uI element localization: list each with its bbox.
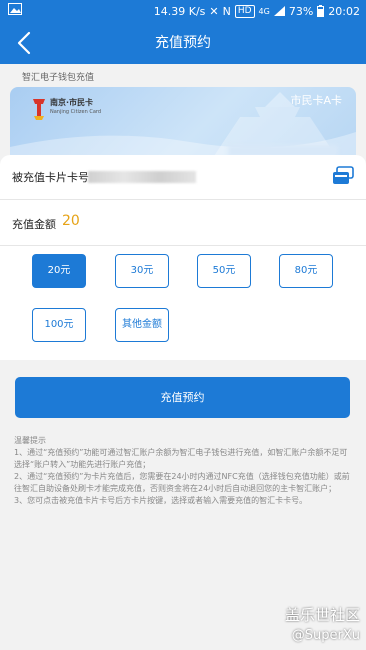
amount-label: 充值金额 bbox=[12, 218, 56, 231]
battery-percent: 73% bbox=[288, 4, 314, 18]
hd-badge: HD bbox=[234, 4, 255, 18]
page-title: 充值预约 bbox=[155, 35, 211, 51]
tip-item-2: 2、通过“充值预约”为卡片充值后，您需要在24小时内通过NFC充值（选择钱包充值… bbox=[14, 472, 350, 493]
card-number-row: 被充值卡片卡号 bbox=[0, 155, 366, 200]
watermark-title: 盖乐世社区 bbox=[284, 606, 360, 624]
tips-title: 温馨提示 bbox=[14, 436, 46, 445]
mute-icon: ✕ bbox=[209, 4, 219, 18]
section-label: 智汇电子钱包充值 bbox=[22, 73, 95, 83]
citizen-card: 南京·市民卡 Nanjing Citizen Card 市民卡A卡 bbox=[10, 87, 356, 162]
card-select-icon[interactable] bbox=[332, 166, 354, 186]
tip-item-1: 1、通过“充值预约”功能可通过智汇账户余额为智汇电子钱包进行充值，如智汇账户余额… bbox=[14, 448, 348, 469]
amount-option-80[interactable]: 80元 bbox=[279, 254, 333, 288]
amount-option-100[interactable]: 100元 bbox=[32, 308, 86, 342]
watermark-handle: @SuperXu bbox=[291, 628, 360, 643]
card-number-value-blurred bbox=[88, 171, 196, 183]
notification-image-icon bbox=[8, 3, 22, 15]
amount-option-20[interactable]: 20元 bbox=[32, 254, 86, 288]
card-logo: 南京·市民卡 Nanjing Citizen Card bbox=[32, 95, 101, 121]
watermark: 盖乐世社区 @SuperXu bbox=[285, 604, 360, 643]
status-right: 14.39 K/s ✕ N HD 4G 73% 20:02 bbox=[154, 0, 360, 22]
recharge-form-panel: 被充值卡片卡号 充值金额 20 20元 30元 50元 80元 100元 其他金… bbox=[0, 155, 366, 360]
card-logo-subtext: Nanjing Citizen Card bbox=[50, 109, 102, 115]
nanjing-logo-icon bbox=[33, 99, 45, 120]
battery-icon bbox=[317, 5, 325, 17]
clock: 20:02 bbox=[328, 4, 360, 18]
card-number-label: 被充值卡片卡号 bbox=[12, 171, 89, 184]
amount-option-30[interactable]: 30元 bbox=[115, 254, 169, 288]
signal-icon bbox=[273, 6, 285, 16]
card-type-label: 市民卡A卡 bbox=[290, 94, 342, 107]
submit-reservation-button[interactable]: 充值预约 bbox=[15, 377, 350, 418]
amount-option-other[interactable]: 其他金额 bbox=[115, 308, 169, 342]
network-type: 4G bbox=[258, 6, 270, 16]
card-logo-text: 南京·市民卡 bbox=[50, 98, 94, 107]
tip-item-3: 3、您可点击被充值卡片卡号后方卡片按键，选择或者输入需要充值的智汇卡卡号。 bbox=[14, 496, 308, 505]
tips-section: 温馨提示 1、通过“充值预约”功能可通过智汇账户余额为智汇电子钱包进行充值，如智… bbox=[14, 435, 354, 507]
amount-option-50[interactable]: 50元 bbox=[197, 254, 251, 288]
nav-bar: 充值预约 bbox=[0, 22, 366, 64]
status-bar: 14.39 K/s ✕ N HD 4G 73% 20:02 bbox=[0, 0, 366, 22]
nfc-icon: N bbox=[222, 4, 231, 18]
network-speed: 14.39 K/s bbox=[153, 4, 206, 18]
amount-value: 20 bbox=[62, 213, 80, 229]
amount-row: 充值金额 20 bbox=[0, 200, 366, 246]
